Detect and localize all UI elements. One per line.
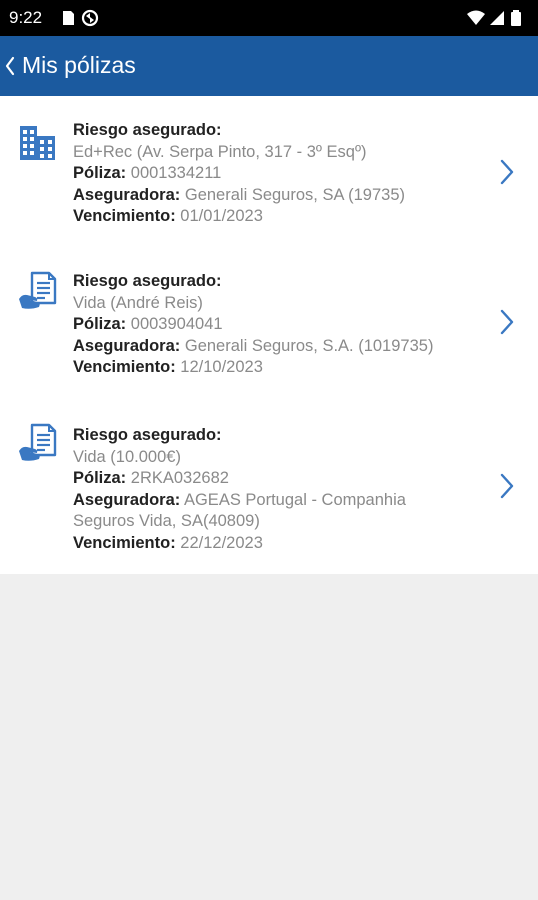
insurer-label: Aseguradora: (73, 490, 181, 509)
signal-icon (490, 11, 504, 25)
expiry-label: Vencimiento: (73, 358, 176, 377)
risk-label: Riesgo asegurado: (73, 272, 222, 290)
chevron-right-icon[interactable] (498, 472, 516, 500)
policy-details: Riesgo asegurado: Ed+Rec (Av. Serpa Pint… (73, 120, 473, 228)
risk-label: Riesgo asegurado: (73, 426, 222, 444)
status-time: 9:22 (9, 8, 43, 27)
app-bar: Mis pólizas (0, 36, 538, 96)
policy-list: Riesgo asegurado: Ed+Rec (Av. Serpa Pint… (0, 96, 538, 574)
back-chevron-icon[interactable] (4, 55, 18, 77)
policy-details: Riesgo asegurado: Vida (10.000€) Póliza:… (73, 425, 473, 555)
policy-number-value: 0001334211 (130, 164, 222, 183)
policy-number-value: 0003904041 (130, 315, 223, 334)
expiry-value: 01/01/2023 (180, 207, 263, 226)
status-left-icons (60, 9, 106, 32)
risk-value: Vida (10.000€) (73, 447, 181, 466)
insurer-label: Aseguradora: (73, 336, 181, 355)
risk-value: Vida (André Reis) (73, 293, 203, 312)
status-right-icons (466, 9, 528, 32)
expiry-value: 22/12/2023 (180, 533, 263, 552)
life-policy-icon (17, 422, 59, 464)
wifi-icon (467, 10, 485, 25)
status-bar: 9:22 (0, 0, 538, 36)
policy-number-label: Póliza: (73, 164, 127, 183)
insurer-label: Aseguradora: (73, 185, 181, 204)
insurer-value: Generali Seguros, SA (19735) (184, 185, 406, 204)
policy-item[interactable]: Riesgo asegurado: Ed+Rec (Av. Serpa Pint… (0, 96, 538, 246)
chevron-right-icon[interactable] (498, 158, 516, 186)
expiry-label: Vencimiento: (73, 207, 176, 226)
insurer-value: Generali Seguros, S.A. (1019735) (184, 336, 434, 355)
sd-card-icon (63, 11, 74, 25)
battery-icon (511, 10, 521, 26)
chevron-right-icon[interactable] (498, 308, 516, 336)
policy-item[interactable]: Riesgo asegurado: Vida (10.000€) Póliza:… (0, 398, 538, 574)
sync-icon (81, 9, 99, 27)
policy-details: Riesgo asegurado: Vida (André Reis) Póli… (73, 271, 473, 379)
expiry-value: 12/10/2023 (180, 358, 263, 377)
page-title[interactable]: Mis pólizas (22, 52, 136, 79)
risk-value: Ed+Rec (Av. Serpa Pinto, 317 - 3º Esqº) (73, 142, 367, 161)
policy-number-label: Póliza: (73, 469, 127, 488)
risk-label: Riesgo asegurado: (73, 121, 222, 139)
policy-number-value: 2RKA032682 (130, 469, 229, 488)
policy-item[interactable]: Riesgo asegurado: Vida (André Reis) Póli… (0, 246, 538, 398)
policy-number-label: Póliza: (73, 315, 127, 334)
expiry-label: Vencimiento: (73, 533, 176, 552)
life-policy-icon (17, 270, 59, 312)
building-icon (17, 122, 59, 164)
